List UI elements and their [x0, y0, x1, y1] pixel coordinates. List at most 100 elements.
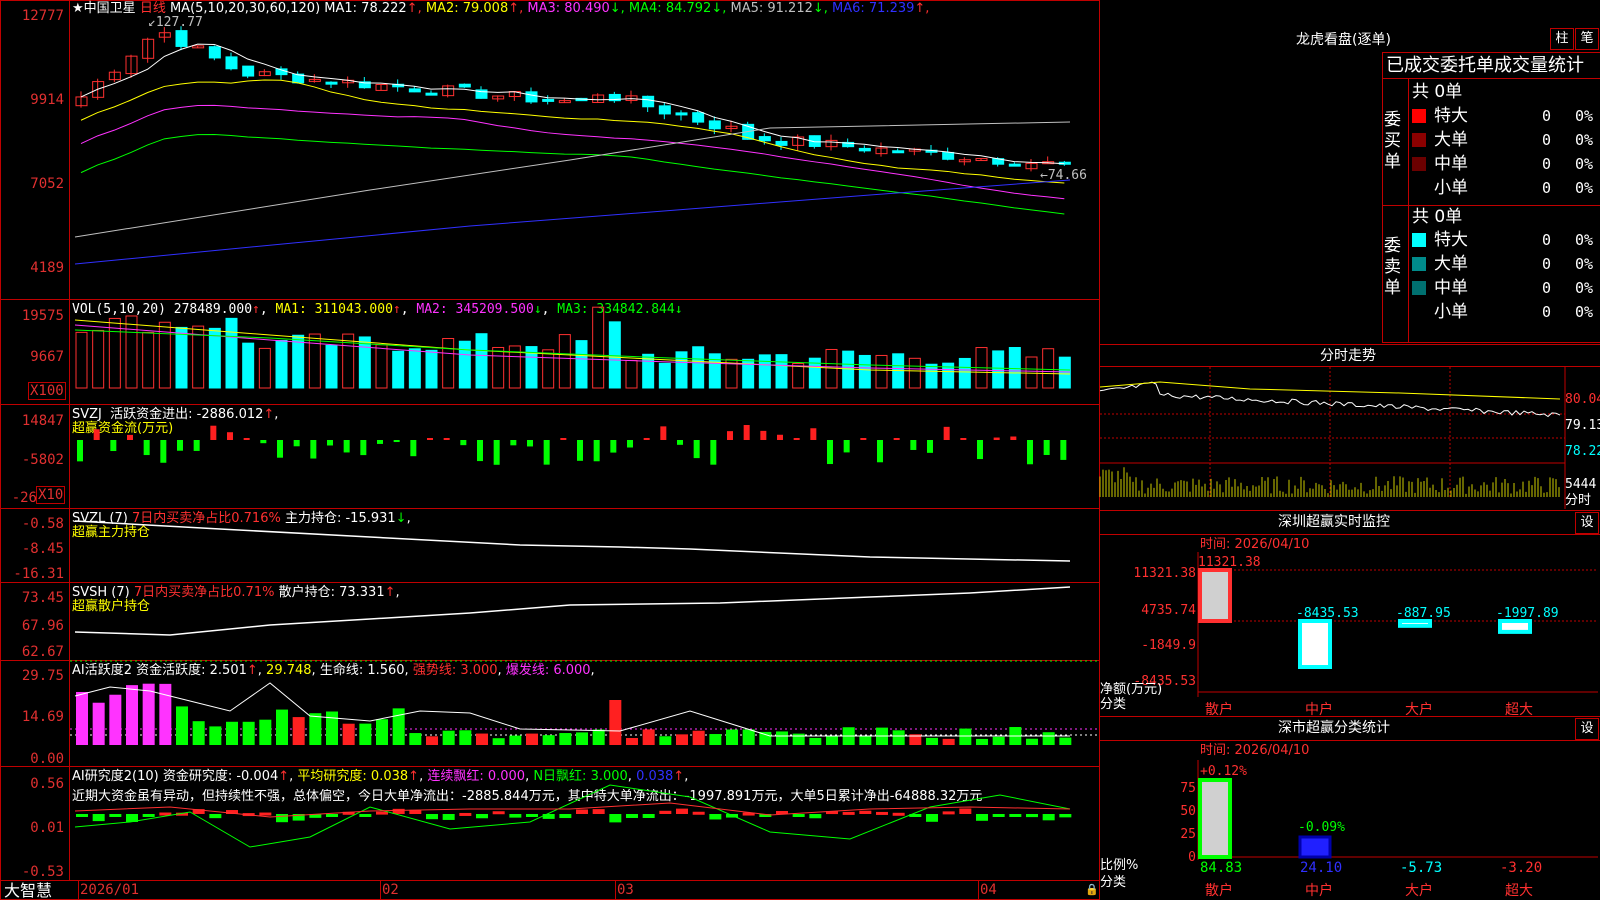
- row-name: 特大: [1434, 106, 1468, 126]
- research-bar: [559, 814, 572, 819]
- activity-bar: [209, 726, 222, 745]
- row-color-swatch: [1412, 157, 1426, 171]
- research-bar: [926, 814, 938, 822]
- fund-flow-bar: [943, 426, 950, 440]
- fund-flow-bar: [727, 431, 733, 440]
- row-count: 0: [1542, 231, 1552, 249]
- ai-research-chart[interactable]: [70, 767, 1100, 880]
- date-label-apr: 04: [980, 882, 997, 898]
- high-price-label: ↙127.77: [148, 15, 203, 30]
- activity-bar: [392, 708, 405, 745]
- svzl-y-tick-2: -8.45: [21, 541, 64, 557]
- activity-bar: [359, 723, 372, 745]
- ma4-line: [80, 133, 1065, 215]
- brand-logo[interactable]: 大智慧: [4, 882, 52, 900]
- fund-flow-bar: [143, 440, 150, 456]
- svsh-chart[interactable]: [70, 583, 1100, 660]
- intraday-chart[interactable]: [1099, 367, 1600, 509]
- intraday-price-mid: 79.13: [1565, 418, 1600, 433]
- candle-down: [542, 98, 555, 102]
- fund-flow-bar: [977, 440, 983, 460]
- volume-bar: [75, 331, 88, 389]
- candle-down: [242, 65, 255, 77]
- intraday-title: 分时走势: [1320, 348, 1376, 364]
- row-color-swatch: [1412, 281, 1426, 295]
- candle-down: [1008, 163, 1021, 167]
- volume-bar: [542, 349, 555, 389]
- row-count: 0: [1542, 107, 1552, 125]
- research-bar: [142, 814, 155, 817]
- sz-classify-chart[interactable]: [1197, 760, 1598, 900]
- fund-flow-bar: [243, 438, 250, 440]
- activity-bar: [792, 733, 805, 745]
- research-bar: [426, 814, 438, 820]
- candle-down: [692, 112, 705, 123]
- row-color-swatch: [1412, 305, 1426, 319]
- fund-flow-bar: [543, 440, 550, 465]
- sz-classify-bar-label: -0.09%: [1298, 820, 1345, 835]
- candle-down: [775, 140, 788, 146]
- candle-down: [225, 56, 238, 70]
- fund-flow-bar: [877, 440, 883, 463]
- sz-monitor-unit: 净额(万元): [1100, 682, 1163, 697]
- lock-icon[interactable]: 🔒: [1085, 882, 1099, 897]
- ai-active-y-tick-3: 0.00: [30, 751, 64, 767]
- svzl-y-tick-1: -0.58: [21, 516, 64, 532]
- research-bar: [526, 814, 538, 817]
- candle-down: [425, 92, 438, 96]
- fund-flow-bar: [1043, 440, 1050, 455]
- date-label-feb: 02: [382, 882, 399, 898]
- fund-flow-bar: [827, 440, 833, 465]
- volume-bar: [858, 354, 871, 389]
- volume-bar: [908, 357, 921, 389]
- sz-monitor-settings-button[interactable]: 设: [1575, 512, 1599, 534]
- row-color-swatch: [1412, 233, 1426, 247]
- volume-bar: [575, 340, 588, 389]
- sz-classify-cat: 分类: [1100, 875, 1127, 890]
- row-pct: 0%: [1575, 179, 1594, 197]
- volume-bar: [675, 351, 688, 389]
- fund-flow-bar: [1027, 440, 1033, 465]
- row-pct: 0%: [1575, 303, 1594, 321]
- row-color-swatch: [1412, 133, 1426, 147]
- activity-bar: [126, 685, 138, 745]
- price-chart[interactable]: [70, 0, 1100, 299]
- fund-flow-bar: [910, 440, 917, 450]
- fund-flow-bar: [443, 438, 450, 440]
- candle-down: [175, 30, 188, 47]
- research-bar: [459, 812, 472, 816]
- sz-classify-ytick-3: 25: [1180, 827, 1196, 842]
- sz-monitor-chart[interactable]: 11321.38 -8435.53 -887.95 -1997.89: [1197, 552, 1598, 697]
- candle-up: [158, 32, 171, 38]
- svzl-chart[interactable]: [70, 509, 1100, 582]
- sz-classify-settings-button[interactable]: 设: [1575, 718, 1599, 740]
- ai-research-y-tick-3: -0.53: [21, 864, 64, 880]
- volume-bar: [475, 333, 488, 389]
- ai-research-y-tick-2: 0.01: [30, 820, 64, 836]
- fund-flow-bar: [810, 428, 817, 440]
- high-price-value: 127.77: [155, 15, 203, 30]
- volume-bar: [108, 317, 121, 389]
- volume-bar: [258, 347, 271, 389]
- activity-bar: [142, 683, 155, 745]
- research-bar: [1059, 814, 1072, 818]
- volume-bar: [92, 329, 105, 389]
- fund-flow-bar: [693, 440, 700, 459]
- candle-down: [675, 112, 688, 116]
- tick-mode-button[interactable]: 笔: [1575, 28, 1599, 50]
- volume-chart[interactable]: [70, 300, 1100, 404]
- research-bar: [92, 814, 105, 822]
- sz-classify-ytick-1: 75: [1180, 781, 1196, 796]
- sz-classify-category: 大户: [1405, 883, 1433, 899]
- research-bar: [892, 812, 905, 816]
- volume-bar: [292, 334, 305, 389]
- fund-flow-bar: [127, 434, 133, 440]
- candle-down: [458, 83, 471, 88]
- bar-mode-button[interactable]: 柱: [1550, 28, 1574, 50]
- ai-active-chart[interactable]: [70, 660, 1100, 766]
- row-pct: 0%: [1575, 107, 1594, 125]
- activity-bar: [776, 731, 788, 745]
- svzj-chart[interactable]: [70, 405, 1100, 508]
- intraday-price-high: 80.04: [1565, 392, 1600, 407]
- activity-bar: [442, 730, 455, 745]
